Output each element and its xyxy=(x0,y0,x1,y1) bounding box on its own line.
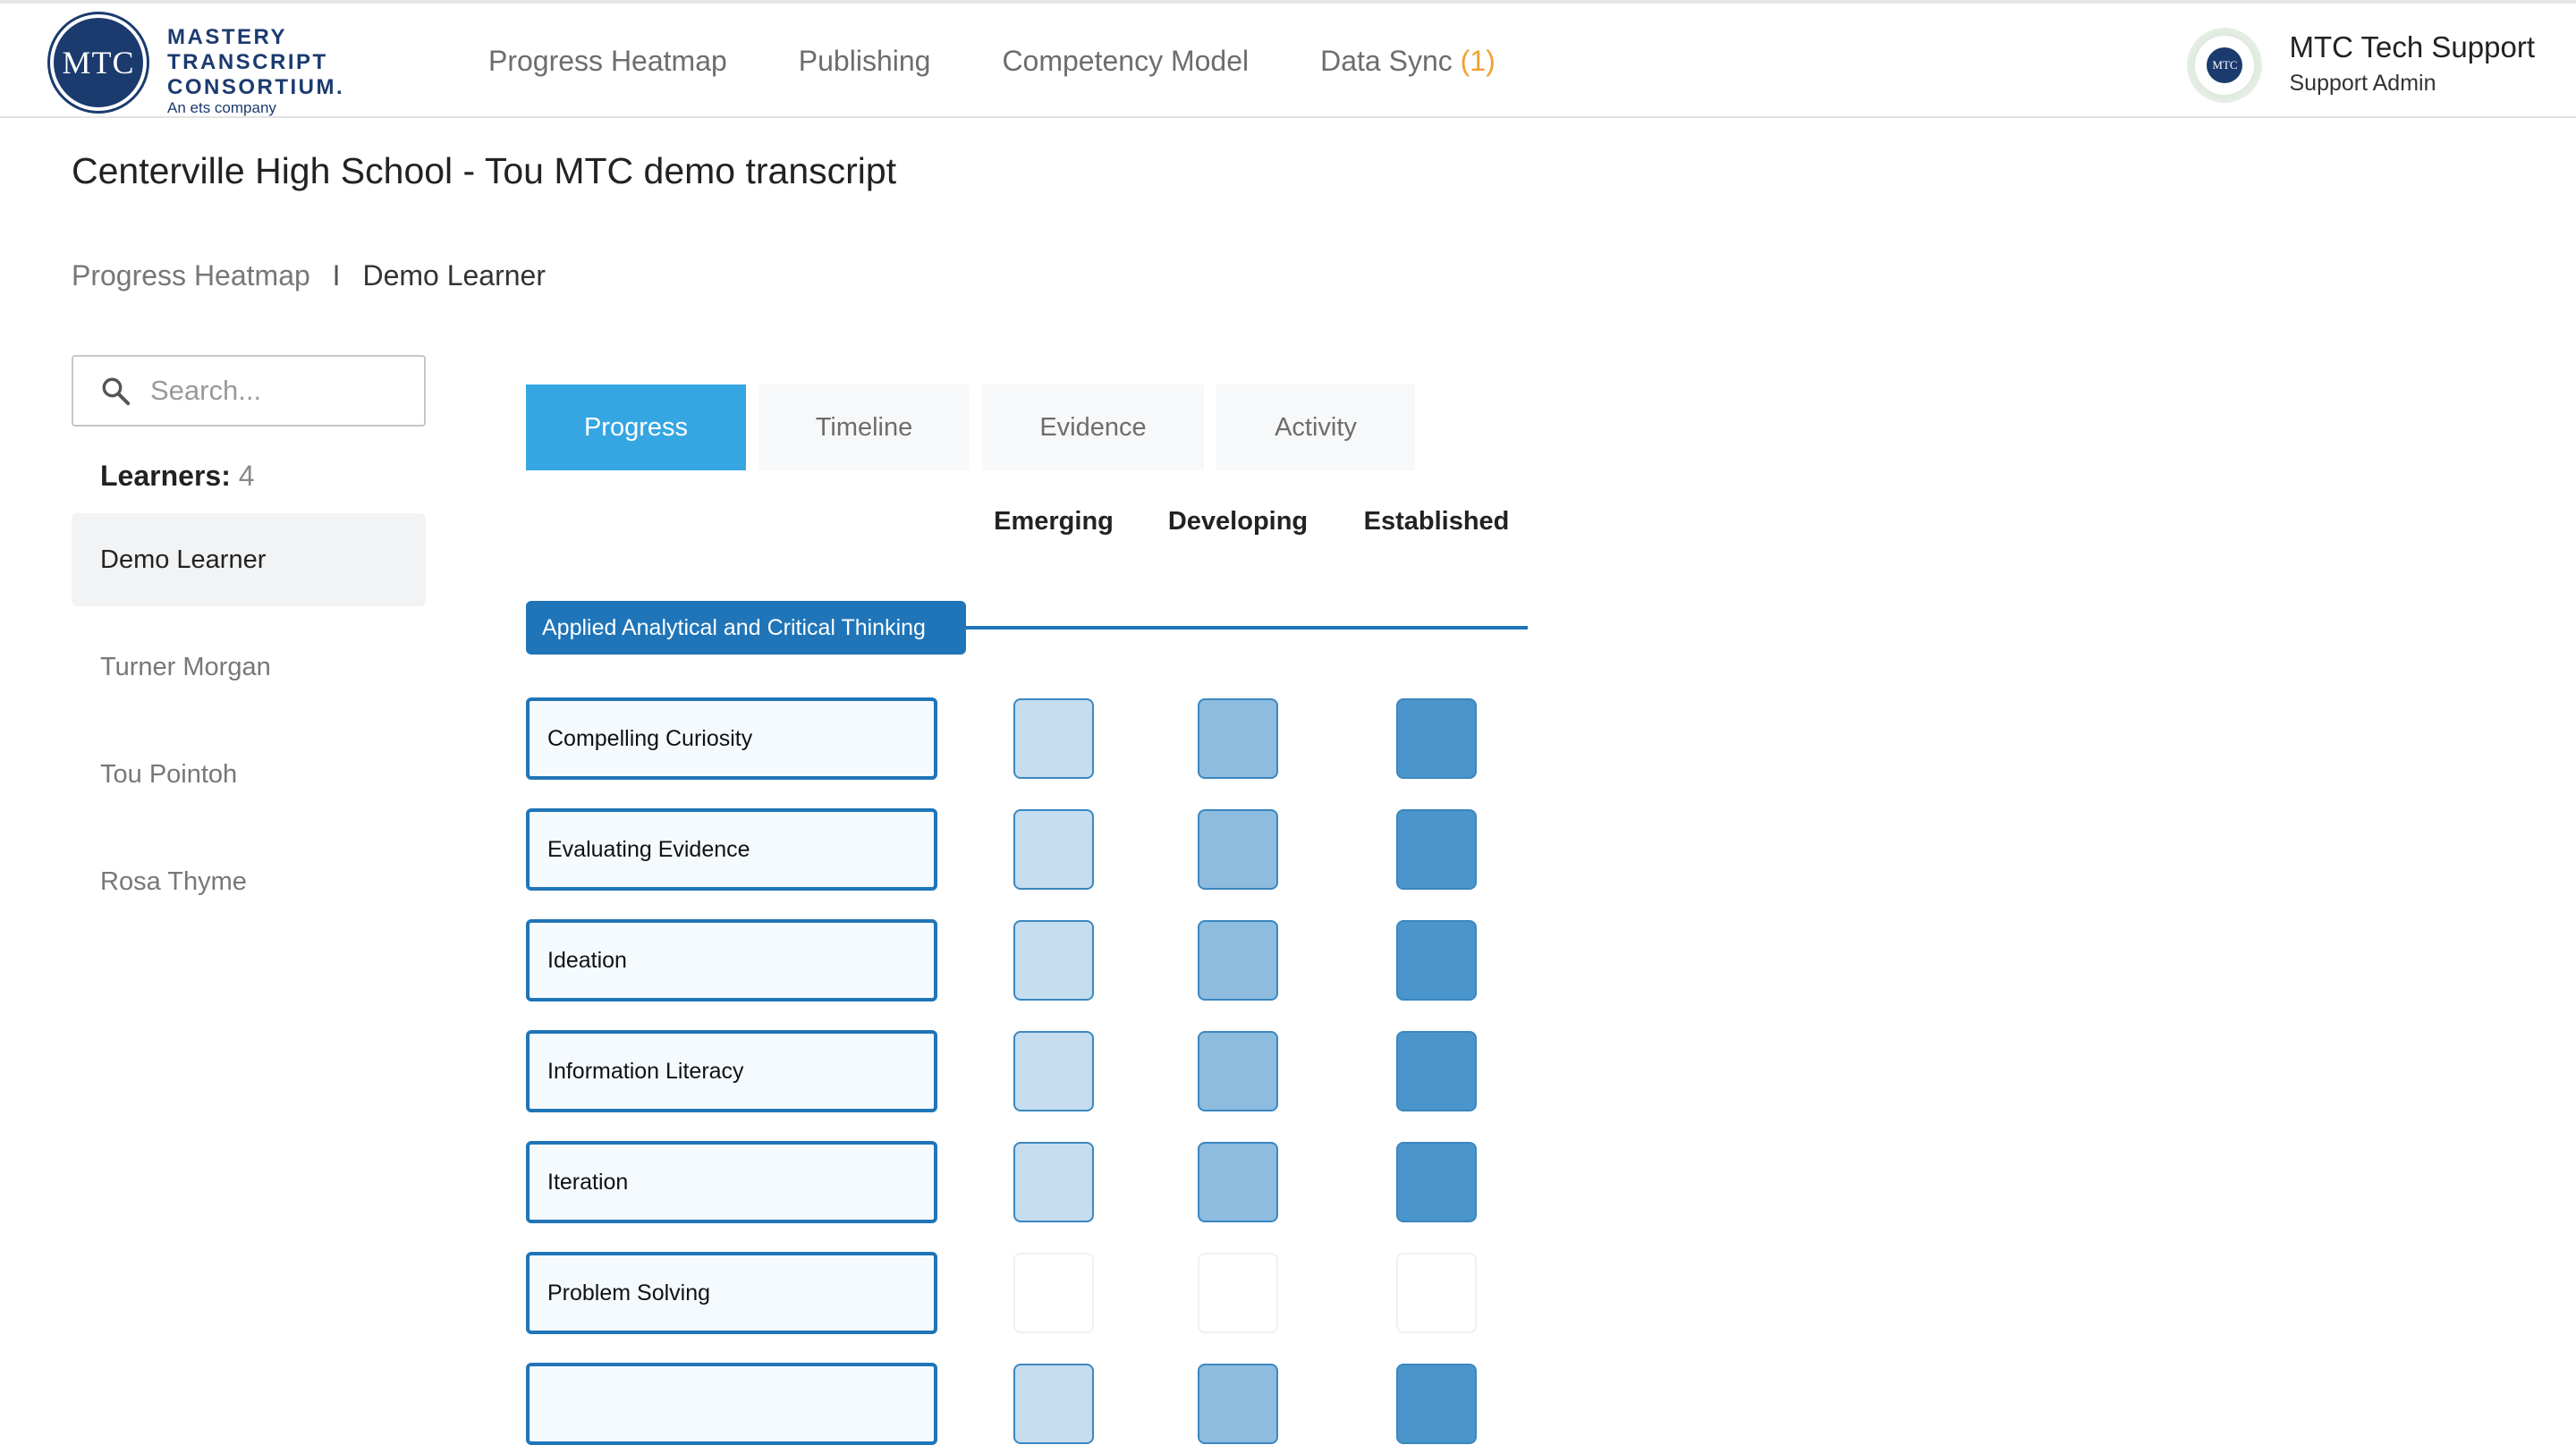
avatar: MTC xyxy=(2187,28,2263,103)
competency-label[interactable]: Compelling Curiosity xyxy=(526,697,937,780)
heatmap-cell-established[interactable] xyxy=(1396,1364,1477,1444)
table-row: Ideation xyxy=(0,919,2576,1001)
competency-label[interactable]: Evaluating Evidence xyxy=(526,808,937,891)
data-sync-count: (1) xyxy=(1460,44,1496,77)
heatmap-cell-developing[interactable] xyxy=(1198,1253,1278,1333)
logo-subtitle: An ets company xyxy=(167,99,276,116)
heatmap-cell-emerging[interactable] xyxy=(1013,698,1094,779)
app-header: MTC MASTERY TRANSCRIPT CONSORTIUM. An et… xyxy=(0,4,2576,118)
logo-wordmark: MASTERY TRANSCRIPT CONSORTIUM. xyxy=(167,25,345,99)
tab-progress[interactable]: Progress xyxy=(526,384,746,470)
competency-label[interactable]: Iteration xyxy=(526,1141,937,1223)
breadcrumb-current: Demo Learner xyxy=(362,259,546,292)
user-role: Support Admin xyxy=(2289,71,2436,96)
heatmap-cell-emerging[interactable] xyxy=(1013,1364,1094,1444)
heatmap-cell-developing[interactable] xyxy=(1198,698,1278,779)
page-title: Centerville High School - Tou MTC demo t… xyxy=(72,150,897,191)
table-row: Evaluating Evidence xyxy=(0,808,2576,891)
heatmap-cell-developing[interactable] xyxy=(1198,1364,1278,1444)
table-row: Iteration xyxy=(0,1141,2576,1223)
heatmap-cell-developing[interactable] xyxy=(1198,1142,1278,1222)
search-icon xyxy=(102,377,131,406)
heatmap-cell-established[interactable] xyxy=(1396,920,1477,1001)
learners-heading: Learners: 4 xyxy=(100,460,255,493)
competency-label[interactable] xyxy=(526,1363,937,1445)
table-row: Compelling Curiosity xyxy=(0,697,2576,780)
logo-badge: MTC xyxy=(50,14,147,111)
heatmap-cell-developing[interactable] xyxy=(1198,809,1278,890)
learners-count: 4 xyxy=(238,460,255,492)
heatmap-cell-developing[interactable] xyxy=(1198,1031,1278,1111)
col-header-established: Established xyxy=(1363,507,1510,536)
col-header-emerging: Emerging xyxy=(994,507,1114,536)
learner-search[interactable] xyxy=(72,355,426,427)
table-row xyxy=(0,1363,2576,1445)
nav-progress-heatmap[interactable]: Progress Heatmap xyxy=(488,45,727,78)
breadcrumb: Progress Heatmap I Demo Learner xyxy=(72,259,546,292)
tab-timeline[interactable]: Timeline xyxy=(758,384,970,470)
nav-publishing[interactable]: Publishing xyxy=(799,45,931,78)
competency-label[interactable]: Information Literacy xyxy=(526,1030,937,1112)
heatmap-column-headers: Emerging Developing Established xyxy=(0,507,2576,543)
tab-activity[interactable]: Activity xyxy=(1216,384,1415,470)
breadcrumb-progress-heatmap[interactable]: Progress Heatmap xyxy=(72,259,310,292)
table-row: Problem Solving xyxy=(0,1252,2576,1334)
heatmap-cell-emerging[interactable] xyxy=(1013,1253,1094,1333)
heatmap-cell-emerging[interactable] xyxy=(1013,1031,1094,1111)
avatar-badge: MTC xyxy=(2207,47,2243,83)
heatmap-cell-established[interactable] xyxy=(1396,809,1477,890)
nav-data-sync[interactable]: Data Sync (1) xyxy=(1320,45,1496,78)
tab-evidence[interactable]: Evidence xyxy=(982,384,1204,470)
competency-group-row: Applied Analytical and Critical Thinking xyxy=(526,601,1537,655)
heatmap-cell-developing[interactable] xyxy=(1198,920,1278,1001)
col-header-developing: Developing xyxy=(1167,507,1309,536)
heatmap-cell-emerging[interactable] xyxy=(1013,809,1094,890)
nav-competency-model[interactable]: Competency Model xyxy=(1002,45,1249,78)
breadcrumb-separator: I xyxy=(332,259,341,292)
view-tabs: Progress Timeline Evidence Activity xyxy=(526,384,1428,470)
heatmap-cell-established[interactable] xyxy=(1396,1031,1477,1111)
group-divider-line xyxy=(964,626,1528,630)
competency-group-label[interactable]: Applied Analytical and Critical Thinking xyxy=(526,601,966,655)
competency-label[interactable]: Ideation xyxy=(526,919,937,1001)
learners-label: Learners: xyxy=(100,460,231,492)
mtc-logo[interactable]: MTC MASTERY TRANSCRIPT CONSORTIUM. An et… xyxy=(50,11,354,118)
main-nav: Progress Heatmap Publishing Competency M… xyxy=(488,4,1567,118)
heatmap-cell-established[interactable] xyxy=(1396,1253,1477,1333)
heatmap-cell-emerging[interactable] xyxy=(1013,920,1094,1001)
nav-data-sync-label: Data Sync xyxy=(1320,44,1453,77)
heatmap-cell-emerging[interactable] xyxy=(1013,1142,1094,1222)
heatmap-cell-established[interactable] xyxy=(1396,698,1477,779)
competency-label[interactable]: Problem Solving xyxy=(526,1252,937,1334)
table-row: Information Literacy xyxy=(0,1030,2576,1112)
user-menu[interactable]: MTC MTC Tech Support Support Admin xyxy=(2187,25,2535,106)
heatmap-cell-established[interactable] xyxy=(1396,1142,1477,1222)
user-name: MTC Tech Support xyxy=(2289,30,2535,63)
search-input[interactable] xyxy=(150,375,392,407)
